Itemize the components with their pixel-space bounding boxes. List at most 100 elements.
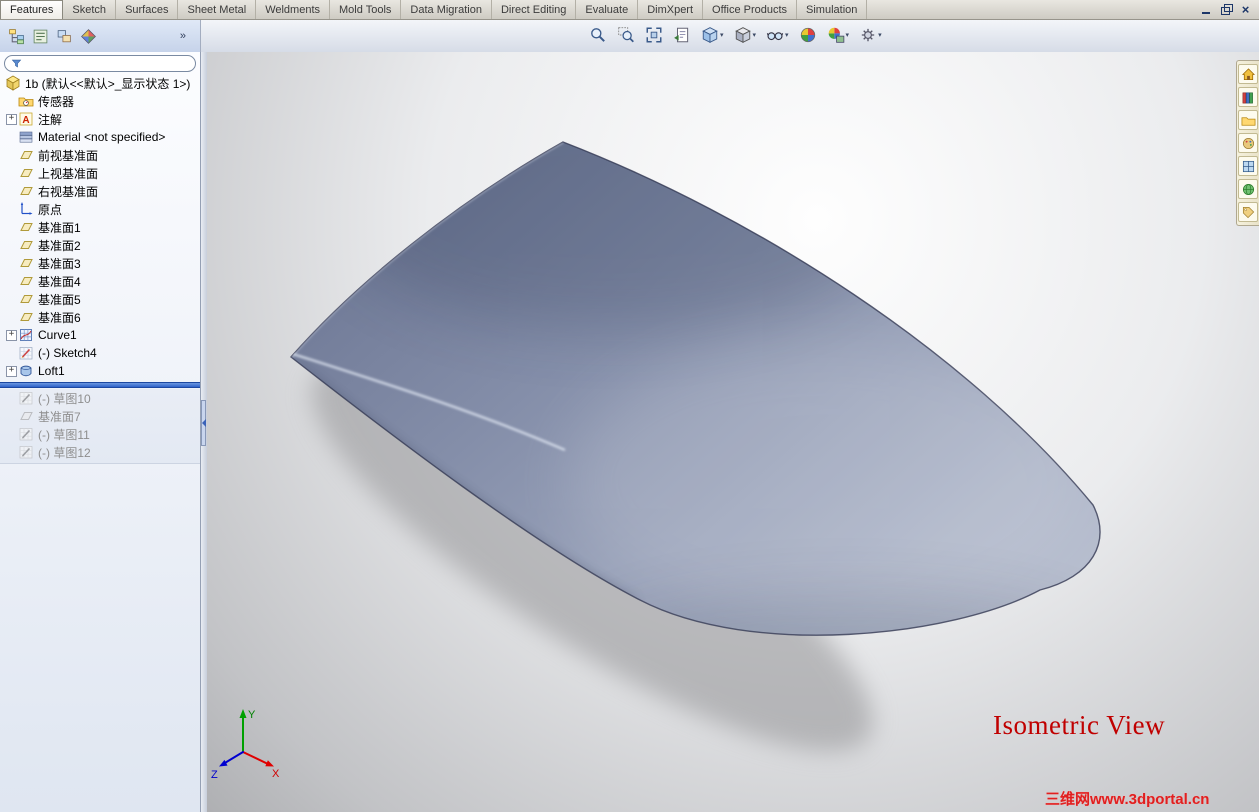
- tab-office-products[interactable]: Office Products: [703, 0, 798, 19]
- filter-funnel-icon: [11, 58, 22, 69]
- propertymanager-tab[interactable]: [28, 24, 52, 48]
- view-orientation-icon: [701, 26, 719, 44]
- display-manager-icon: [80, 28, 97, 45]
- close-button[interactable]: ×: [1237, 3, 1254, 17]
- solidworks-resources-button[interactable]: [1238, 64, 1258, 84]
- tree-item-sketch12[interactable]: (-) 草图12: [0, 443, 200, 461]
- watermark-text: 三维网www.3dportal.cn: [1045, 791, 1210, 808]
- tree-root-item[interactable]: 1b (默认<<默认>_显示状态 1>): [0, 74, 200, 92]
- plane-icon: [18, 291, 34, 307]
- tree-item-plane7[interactable]: 基准面7: [0, 407, 200, 425]
- display-style-button[interactable]: ▾: [730, 22, 761, 48]
- featuremanager-design-tree-tab[interactable]: [4, 24, 28, 48]
- palette-icon: [1241, 136, 1256, 151]
- panel-collapse-handle[interactable]: [201, 400, 206, 446]
- panes-icon: [1241, 159, 1256, 174]
- tree-item-label: (-) 草图10: [38, 391, 91, 406]
- zoom-to-area-button[interactable]: [613, 22, 639, 48]
- tab-features[interactable]: Features: [0, 0, 64, 19]
- sensors-icon: [18, 93, 34, 109]
- zoom-to-area-icon: [617, 26, 635, 44]
- minimize-button[interactable]: [1197, 3, 1214, 17]
- sketch-icon: [18, 345, 34, 361]
- tree-item-front-plane[interactable]: 前视基准面: [0, 146, 200, 164]
- tree-item-origin[interactable]: 原点: [0, 200, 200, 218]
- tree-item-label: 传感器: [38, 94, 75, 109]
- restore-icon: [1221, 4, 1233, 15]
- toolbar-overflow-button[interactable]: »: [174, 29, 192, 43]
- tree-item-plane5[interactable]: 基准面5: [0, 290, 200, 308]
- tree-item-loft1[interactable]: + Loft1: [0, 362, 200, 380]
- tree-item-right-plane[interactable]: 右视基准面: [0, 182, 200, 200]
- tree-item-label: 基准面1: [38, 220, 81, 235]
- tree-item-label: 基准面2: [38, 238, 81, 253]
- edit-appearance-button[interactable]: [795, 22, 821, 48]
- tab-sheet-metal[interactable]: Sheet Metal: [178, 0, 257, 19]
- restore-button[interactable]: [1217, 3, 1234, 17]
- tab-data-migration[interactable]: Data Migration: [401, 0, 492, 19]
- configurationmanager-tab[interactable]: [52, 24, 76, 48]
- window-controls: ×: [1197, 0, 1259, 19]
- expand-toggle-icon[interactable]: +: [6, 113, 17, 125]
- tree-item-plane2[interactable]: 基准面2: [0, 236, 200, 254]
- displaymanager-tab[interactable]: [76, 24, 100, 48]
- tree-item-top-plane[interactable]: 上视基准面: [0, 164, 200, 182]
- close-icon: ×: [1241, 1, 1250, 17]
- tree-item-sketch4[interactable]: (-) Sketch4: [0, 344, 200, 362]
- model-canvas[interactable]: Y X Z: [207, 52, 1259, 812]
- tab-weldments[interactable]: Weldments: [256, 0, 331, 19]
- tree-item-label: 基准面7: [38, 409, 81, 424]
- graphics-viewport[interactable]: Y X Z Isometric View 三维网www.3dportal.cn: [207, 52, 1259, 812]
- view-orientation-button[interactable]: ▾: [697, 22, 728, 48]
- home-icon: [1241, 67, 1256, 82]
- tree-item-sketch11[interactable]: (-) 草图11: [0, 425, 200, 443]
- tab-sketch[interactable]: Sketch: [63, 0, 117, 19]
- view-palette-button[interactable]: [1238, 133, 1258, 153]
- tree-item-sensors[interactable]: 传感器: [0, 92, 200, 110]
- dropdown-arrow-icon[interactable]: ▾: [753, 31, 757, 39]
- model-surface[interactable]: [290, 92, 1107, 712]
- tree-filter-box[interactable]: [4, 55, 196, 72]
- zoom-in-out-button[interactable]: [585, 22, 611, 48]
- dropdown-arrow-icon[interactable]: ▾: [720, 31, 724, 39]
- view-settings-button[interactable]: ▾: [855, 22, 886, 48]
- tab-evaluate[interactable]: Evaluate: [576, 0, 639, 19]
- tab-simulation[interactable]: Simulation: [797, 0, 868, 19]
- custom-properties-button[interactable]: [1238, 202, 1258, 222]
- hide-show-items-button[interactable]: ▾: [762, 22, 793, 48]
- tree-item-label: (-) 草图12: [38, 445, 91, 460]
- tab-surfaces[interactable]: Surfaces: [116, 0, 179, 19]
- tree-item-plane4[interactable]: 基准面4: [0, 272, 200, 290]
- design-library-button[interactable]: [1238, 87, 1258, 107]
- tree-item-label: 原点: [38, 202, 63, 217]
- tree-item-annotations[interactable]: + 注解: [0, 110, 200, 128]
- dropdown-arrow-icon[interactable]: ▾: [846, 31, 850, 39]
- expand-toggle-icon[interactable]: +: [6, 365, 17, 377]
- tree-item-label: (-) Sketch4: [38, 346, 97, 360]
- tab-direct-editing[interactable]: Direct Editing: [492, 0, 577, 19]
- rollback-bar[interactable]: [0, 382, 200, 388]
- tree-item-plane6[interactable]: 基准面6: [0, 308, 200, 326]
- previous-view-button[interactable]: [669, 22, 695, 48]
- file-explorer-button[interactable]: [1238, 110, 1258, 130]
- tree-filter-input[interactable]: [26, 56, 189, 71]
- zoom-to-fit-button[interactable]: [641, 22, 667, 48]
- plane-icon: [18, 273, 34, 289]
- tree-item-label: 基准面5: [38, 292, 81, 307]
- appearances-button[interactable]: [1238, 156, 1258, 176]
- tree-item-plane3[interactable]: 基准面3: [0, 254, 200, 272]
- plane-icon: [18, 408, 34, 424]
- expand-toggle-icon[interactable]: +: [6, 329, 17, 341]
- apply-scene-button[interactable]: ▾: [823, 22, 854, 48]
- tree-item-sketch10[interactable]: (-) 草图10: [0, 389, 200, 407]
- dropdown-arrow-icon[interactable]: ▾: [785, 31, 789, 39]
- tree-item-plane1[interactable]: 基准面1: [0, 218, 200, 236]
- tab-dimxpert[interactable]: DimXpert: [638, 0, 704, 19]
- dropdown-arrow-icon[interactable]: ▾: [878, 31, 882, 39]
- minimize-icon: [1201, 12, 1210, 14]
- tree-item-label: 前视基准面: [38, 148, 99, 163]
- tab-mold-tools[interactable]: Mold Tools: [330, 0, 402, 19]
- tree-item-material[interactable]: Material <not specified>: [0, 128, 200, 146]
- tree-item-curve1[interactable]: + Curve1: [0, 326, 200, 344]
- scenes-button[interactable]: [1238, 179, 1258, 199]
